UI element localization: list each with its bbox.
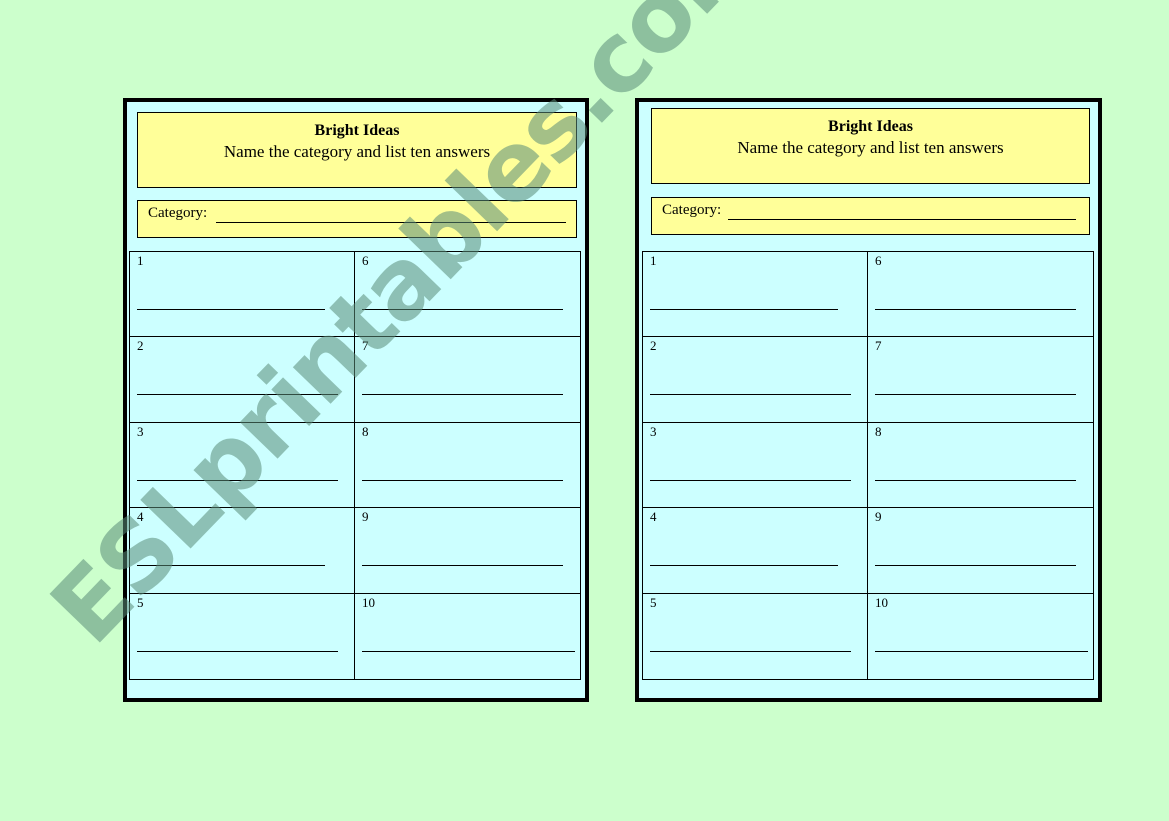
answer-grid: 1 2 3 4 5 6 7 8 9 10: [642, 251, 1094, 680]
answer-number: 9: [875, 509, 882, 525]
answer-number: 10: [875, 594, 888, 610]
answer-line[interactable]: [875, 309, 1076, 310]
answer-number: 3: [650, 423, 657, 439]
answer-line[interactable]: [137, 309, 325, 310]
answer-cell: 8: [868, 423, 1093, 509]
answer-line[interactable]: [650, 479, 851, 481]
answer-cell: 3: [130, 422, 355, 509]
answer-cell: 8: [355, 423, 580, 509]
answer-number: 8: [362, 423, 369, 439]
answer-number: 3: [137, 423, 144, 439]
answer-line[interactable]: [650, 565, 838, 567]
answer-line[interactable]: [650, 394, 851, 396]
answer-grid: 1 2 3 4 5 6 7 8 9 10: [129, 251, 581, 680]
answer-line[interactable]: [875, 565, 1076, 567]
title-box: Bright Ideas Name the category and list …: [651, 108, 1090, 184]
title-box: Bright Ideas Name the category and list …: [137, 112, 577, 188]
category-answer-line[interactable]: [216, 222, 566, 223]
answer-cell: 7: [868, 337, 1093, 423]
answer-line[interactable]: [137, 650, 338, 652]
answer-cell: 2: [643, 337, 868, 423]
answer-number: 4: [650, 509, 657, 525]
worksheet-card-left: Bright Ideas Name the category and list …: [123, 98, 589, 702]
answer-line[interactable]: [362, 479, 563, 481]
answer-number: 6: [875, 253, 882, 268]
answer-cell: 6: [355, 252, 580, 338]
answer-cell: 5: [130, 593, 355, 679]
answer-number: 2: [650, 338, 657, 354]
answer-line[interactable]: [875, 650, 1088, 652]
worksheet-title: Bright Ideas: [314, 122, 400, 139]
worksheet-card-right: Bright Ideas Name the category and list …: [635, 98, 1102, 702]
answer-cell: 10: [868, 594, 1093, 679]
answer-number: 7: [362, 338, 369, 354]
answer-number: 6: [362, 253, 369, 268]
answer-number: 8: [875, 423, 882, 439]
answer-cell: 9: [868, 508, 1093, 594]
answer-number: 10: [362, 594, 375, 610]
answer-number: 1: [137, 253, 144, 268]
answer-cell: 6: [868, 252, 1093, 338]
answer-number: 9: [362, 509, 369, 525]
answer-cell: 2: [130, 337, 355, 423]
answer-number: 5: [137, 594, 144, 610]
answer-line[interactable]: [362, 565, 563, 567]
answer-cell: 9: [355, 508, 580, 594]
answer-number: 7: [875, 338, 882, 354]
worksheet-subtitle: Name the category and list ten answers: [223, 142, 491, 161]
answer-line[interactable]: [362, 394, 563, 396]
answer-cell: 1: [130, 252, 355, 338]
answer-cell: 4: [643, 508, 868, 594]
category-box: Category:: [137, 200, 577, 238]
answer-cell: 4: [130, 508, 355, 594]
answer-line[interactable]: [137, 394, 338, 396]
answer-number: 4: [137, 509, 144, 525]
answer-line[interactable]: [650, 650, 851, 652]
answer-number: 2: [137, 338, 144, 354]
answer-cell: 3: [643, 422, 868, 509]
worksheet-subtitle: Name the category and list ten answers: [737, 138, 1004, 157]
answer-cell: 7: [355, 337, 580, 423]
category-label: Category:: [148, 205, 208, 221]
answer-line[interactable]: [137, 479, 338, 481]
category-label: Category:: [662, 202, 722, 218]
answer-line[interactable]: [362, 309, 563, 310]
answer-line[interactable]: [362, 650, 575, 652]
answer-cell: 1: [643, 252, 868, 338]
category-box: Category:: [651, 197, 1090, 235]
answer-cell: 10: [355, 594, 580, 679]
answer-number: 1: [650, 253, 657, 268]
answer-line[interactable]: [137, 565, 325, 567]
category-answer-line[interactable]: [728, 219, 1076, 220]
answer-cell: 5: [643, 593, 868, 679]
answer-line[interactable]: [875, 394, 1076, 396]
answer-line[interactable]: [650, 309, 838, 310]
worksheet-title: Bright Ideas: [828, 118, 913, 135]
answer-number: 5: [650, 594, 657, 610]
answer-line[interactable]: [875, 479, 1076, 481]
